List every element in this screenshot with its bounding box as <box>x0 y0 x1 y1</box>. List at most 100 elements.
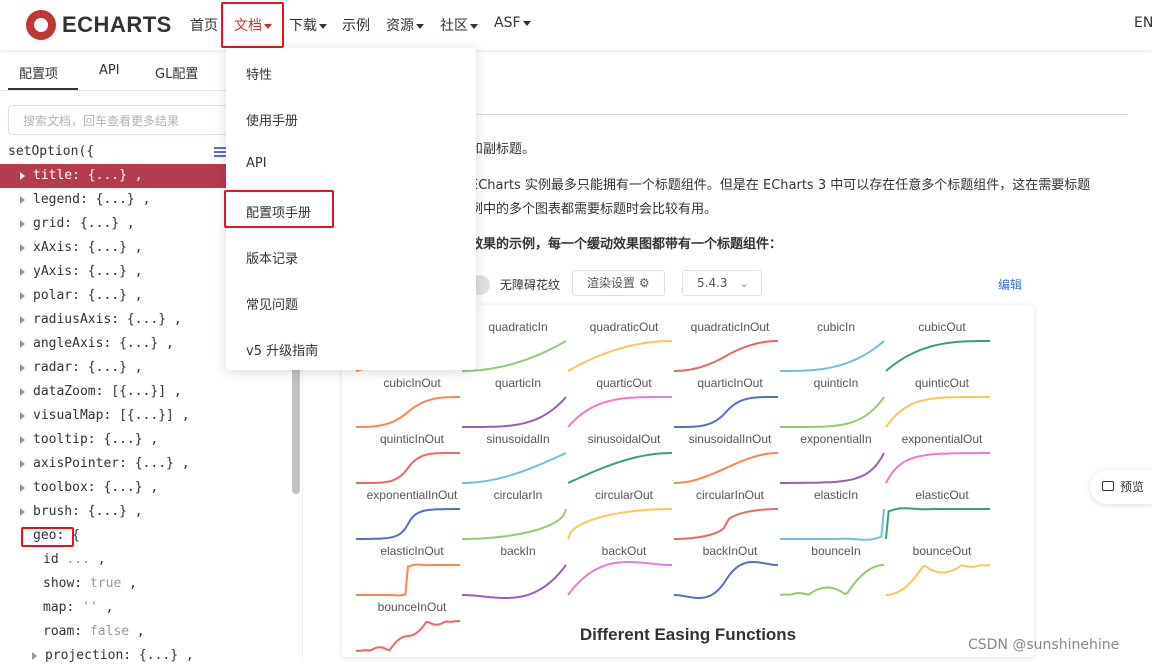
nav-home[interactable]: 首页 <box>190 15 218 35</box>
tree-item[interactable]: radar: {...} , <box>0 356 226 380</box>
nav-community[interactable]: 社区 <box>440 15 478 35</box>
desc-line-4: 效果的示例，每一个缓动效果图都带有一个标题组件： <box>470 237 783 252</box>
menu-item-handbook[interactable]: 使用手册 <box>246 110 298 129</box>
expand-arrow-icon <box>20 195 25 204</box>
search-input[interactable]: 搜索文档，回车查看更多结果 <box>8 105 228 135</box>
series-line-bounceIn <box>779 564 885 596</box>
series-label-quadraticIn: quadraticIn <box>488 320 547 334</box>
tree-item[interactable]: grid: {...} , <box>0 212 226 236</box>
nav-resources-label: 资源 <box>386 18 414 34</box>
series-line-backInOut <box>673 561 779 599</box>
tree-item[interactable]: axisPointer: {...} , <box>0 452 226 476</box>
version-value: 5.4.3 <box>697 276 728 290</box>
series-line-circularIn <box>462 508 567 540</box>
series-line-elasticOut <box>885 507 990 540</box>
series-label-quinticInOut: quinticInOut <box>380 432 445 446</box>
tab-gl-option[interactable]: GL配置 <box>155 63 198 82</box>
child-value: true <box>89 576 122 591</box>
tree-child-map[interactable]: map: '' , <box>43 596 113 620</box>
tree-item[interactable]: tooltip: {...} , <box>0 428 226 452</box>
series-label-quadraticOut: quadraticOut <box>590 320 659 334</box>
tree-item[interactable]: dataZoom: [{...}] , <box>0 380 226 404</box>
series-label-bounceOut: bounceOut <box>913 544 972 558</box>
nav-examples[interactable]: 示例 <box>342 15 370 35</box>
tree-child-roam[interactable]: roam: false , <box>43 620 145 644</box>
expand-arrow-icon <box>20 411 25 420</box>
chevron-down-icon: ⌄ <box>738 276 749 290</box>
child-key: map: <box>43 600 75 615</box>
tree-item[interactable]: title: {...} , <box>0 164 226 188</box>
preview-label: 预览 <box>1120 480 1145 494</box>
expand-arrow-icon <box>20 435 25 444</box>
nav-resources[interactable]: 资源 <box>386 15 424 35</box>
active-tab-indicator <box>8 88 78 90</box>
tree-item[interactable]: angleAxis: {...} , <box>0 332 226 356</box>
tab-api[interactable]: API <box>99 63 120 78</box>
menu-item-v5-upgrade[interactable]: v5 升级指南 <box>246 340 318 359</box>
tree-item-label: grid: {...} , <box>33 216 135 231</box>
series-label-bounceInOut: bounceInOut <box>378 600 447 614</box>
nav-community-label: 社区 <box>440 18 468 34</box>
tree-child-id[interactable]: id ... , <box>43 548 106 572</box>
series-label-sinusoidalOut: sinusoidalOut <box>588 432 661 446</box>
tree-child-show[interactable]: show: true , <box>43 572 137 596</box>
tree-item-label: xAxis: {...} , <box>33 240 143 255</box>
render-settings-button[interactable]: 渲染设置 ⚙ <box>572 270 665 296</box>
expand-arrow-icon <box>20 459 25 468</box>
tree-item-label: brush: {...} , <box>33 504 143 519</box>
menu-item-api[interactable]: API <box>246 156 267 171</box>
menu-item-changelog[interactable]: 版本记录 <box>246 248 298 267</box>
series-line-sinusoidalIn <box>462 452 567 484</box>
tree-item-label: radiusAxis: {...} , <box>33 312 182 327</box>
series-line-bounceInOut <box>355 620 461 652</box>
tree-item[interactable]: xAxis: {...} , <box>0 236 226 260</box>
series-line-sinusoidalOut <box>567 452 672 484</box>
child-value: ... <box>66 552 90 567</box>
tree-item[interactable]: polar: {...} , <box>0 284 226 308</box>
tree-item[interactable]: brush: {...} , <box>0 500 226 524</box>
version-select[interactable]: 5.4.3 ⌄ <box>682 270 762 296</box>
expand-arrow-icon <box>32 651 37 660</box>
nav-asf[interactable]: ASF <box>494 15 531 31</box>
tree-item-label: dataZoom: [{...}] , <box>33 384 182 399</box>
series-label-circularIn: circularIn <box>494 488 543 502</box>
tree-item[interactable]: legend: {...} , <box>0 188 226 212</box>
logo-text: ECHARTS <box>62 12 172 37</box>
series-label-backIn: backIn <box>500 544 535 558</box>
series-line-cubicInOut <box>356 396 460 428</box>
lang-switch[interactable]: EN <box>1134 15 1152 31</box>
toggle-label: 无障碍花纹 <box>500 278 561 292</box>
tree-item[interactable]: yAxis: {...} , <box>0 260 226 284</box>
series-label-backInOut: backInOut <box>703 544 758 558</box>
tree-root: setOption({ <box>8 144 95 159</box>
child-key: roam: <box>43 624 83 639</box>
tab-option[interactable]: 配置项 <box>19 63 58 82</box>
preview-button[interactable]: 预览 <box>1090 470 1152 504</box>
tree-item-label: visualMap: [{...}] , <box>33 408 190 423</box>
tree-item-projection[interactable]: projection: {...} , <box>12 644 238 668</box>
tree-item-label: tooltip: {...} , <box>33 432 159 447</box>
desc-line-1: 和副标题。 <box>470 142 536 157</box>
tree-item-label: polar: {...} , <box>33 288 143 303</box>
list-toggle-icon[interactable] <box>214 147 226 157</box>
series-line-quadraticIn <box>462 340 567 372</box>
echarts-logo[interactable]: ECHARTS <box>26 9 172 41</box>
tree-item[interactable]: radiusAxis: {...} , <box>0 308 226 332</box>
series-line-exponentialOut <box>885 452 990 484</box>
series-line-elasticInOut <box>356 563 460 597</box>
expand-arrow-icon <box>20 363 25 372</box>
expand-arrow-icon <box>20 243 25 252</box>
series-label-elasticIn: elasticIn <box>814 488 858 502</box>
edit-link[interactable]: 编辑 <box>998 276 1022 293</box>
tree-item[interactable]: visualMap: [{...}] , <box>0 404 226 428</box>
series-line-quinticInOut <box>356 452 460 484</box>
chevron-down-icon <box>319 23 327 29</box>
series-line-circularInOut <box>674 508 778 540</box>
menu-item-faq[interactable]: 常见问题 <box>246 294 298 313</box>
menu-item-features[interactable]: 特性 <box>246 64 272 83</box>
tree-item[interactable]: toolbox: {...} , <box>0 476 226 500</box>
series-label-cubicIn: cubicIn <box>817 320 855 334</box>
series-line-quadraticInOut <box>674 340 778 372</box>
expand-arrow-icon <box>20 171 25 180</box>
nav-download[interactable]: 下载 <box>289 15 327 35</box>
